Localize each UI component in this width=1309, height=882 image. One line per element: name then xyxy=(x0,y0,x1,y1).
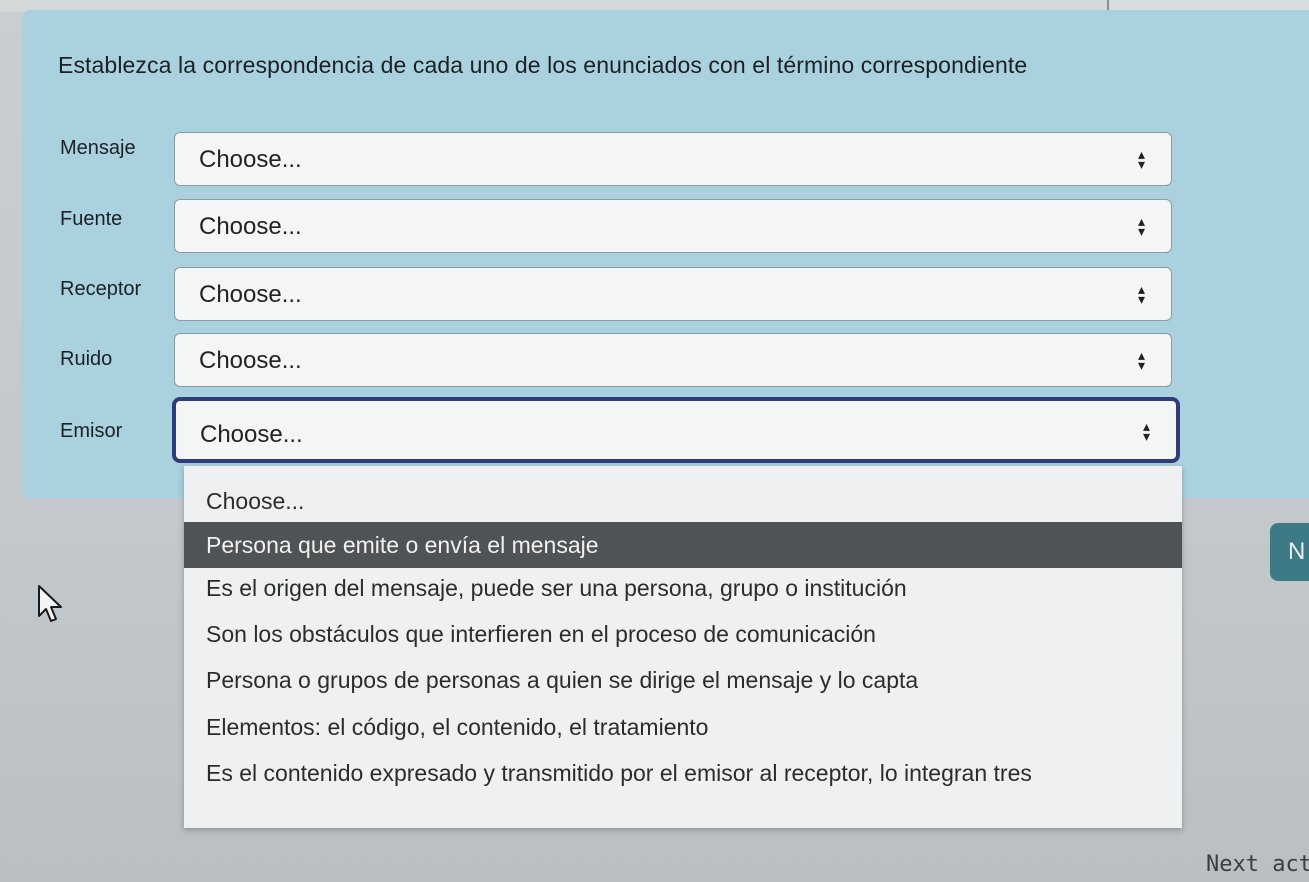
dropdown-option[interactable]: Choose... xyxy=(184,478,1182,524)
dropdown-option[interactable]: Elementos: el código, el contenido, el t… xyxy=(184,704,1182,750)
row-label-ruido: Ruido xyxy=(60,348,113,370)
dropdown-option-highlighted[interactable]: Persona que emite o envía el mensaje xyxy=(184,522,1182,568)
select-value: Choose... xyxy=(199,146,302,173)
select-value: Choose... xyxy=(199,347,302,374)
dropdown-option[interactable]: Son los obstáculos que interfieren en el… xyxy=(184,611,1182,657)
dropdown-option[interactable]: Es el contenido expresado y transmitido … xyxy=(184,750,1182,796)
dropdown-option[interactable]: Persona o grupos de personas a quien se … xyxy=(184,657,1182,703)
up-down-arrow-icon: ▴ ▾ xyxy=(1137,281,1145,307)
select-value: Choose... xyxy=(199,213,302,240)
select-value: Choose... xyxy=(200,421,303,448)
select-value: Choose... xyxy=(199,281,302,308)
row-label-mensaje: Mensaje xyxy=(60,137,136,159)
next-activity-link[interactable]: Next act xyxy=(1206,852,1309,877)
mouse-pointer-icon xyxy=(38,585,62,622)
row-label-receptor: Receptor xyxy=(60,278,142,300)
row-label-emisor: Emisor xyxy=(60,420,123,442)
question-panel-extension xyxy=(1180,10,1309,480)
select-mensaje[interactable]: Choose... ▴ ▾ xyxy=(174,132,1172,186)
dropdown-option[interactable]: Es el origen del mensaje, puede ser una … xyxy=(184,565,1182,611)
up-down-arrow-icon: ▴ ▾ xyxy=(1137,146,1145,172)
up-down-arrow-icon: ▴ ▾ xyxy=(1137,213,1145,239)
up-down-arrow-icon: ▴ ▾ xyxy=(1137,347,1145,373)
side-button[interactable]: N xyxy=(1270,523,1309,581)
select-ruido[interactable]: Choose... ▴ ▾ xyxy=(174,333,1172,387)
question-text: Establezca la correspondencia de cada un… xyxy=(58,52,1028,78)
up-down-arrow-icon: ▴ ▾ xyxy=(1142,418,1150,444)
select-emisor[interactable]: Choose... ▴ ▾ xyxy=(172,397,1180,463)
select-receptor[interactable]: Choose... ▴ ▾ xyxy=(174,267,1172,321)
dropdown-list: Choose... Persona que emite o envía el m… xyxy=(184,466,1182,828)
select-fuente[interactable]: Choose... ▴ ▾ xyxy=(174,199,1172,253)
row-label-fuente: Fuente xyxy=(60,208,123,230)
